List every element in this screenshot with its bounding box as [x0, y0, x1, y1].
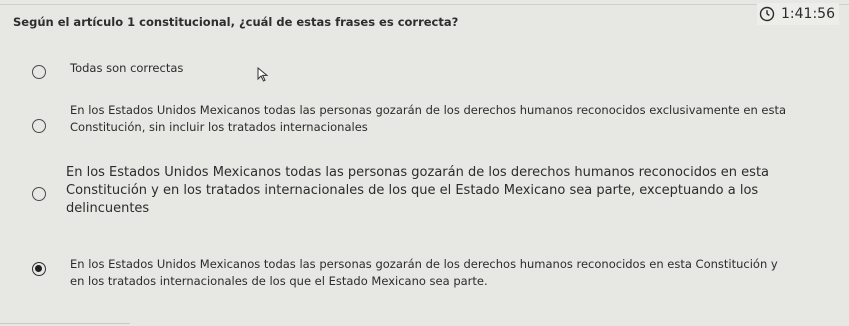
timer-value: 1:41:56: [781, 6, 835, 22]
bottom-divider: [0, 323, 130, 324]
answer-option-label-1[interactable]: Todas son correctas: [70, 60, 183, 76]
radio-button-3[interactable]: [32, 187, 46, 201]
radio-button-2[interactable]: [32, 119, 46, 133]
timer: 1:41:56: [757, 3, 839, 25]
clock-icon: [759, 6, 775, 22]
radio-button-4[interactable]: [32, 262, 46, 276]
top-divider: [0, 4, 849, 5]
radio-button-1[interactable]: [32, 65, 46, 79]
answer-option-label-4[interactable]: En los Estados Unidos Mexicanos todas la…: [70, 256, 845, 290]
answer-option-label-3[interactable]: En los Estados Unidos Mexicanos todas la…: [66, 164, 826, 218]
answer-option-label-2[interactable]: En los Estados Unidos Mexicanos todas la…: [70, 102, 840, 136]
mouse-cursor-icon: [257, 66, 269, 86]
question-text: Según el artículo 1 constitucional, ¿cuá…: [13, 15, 459, 29]
